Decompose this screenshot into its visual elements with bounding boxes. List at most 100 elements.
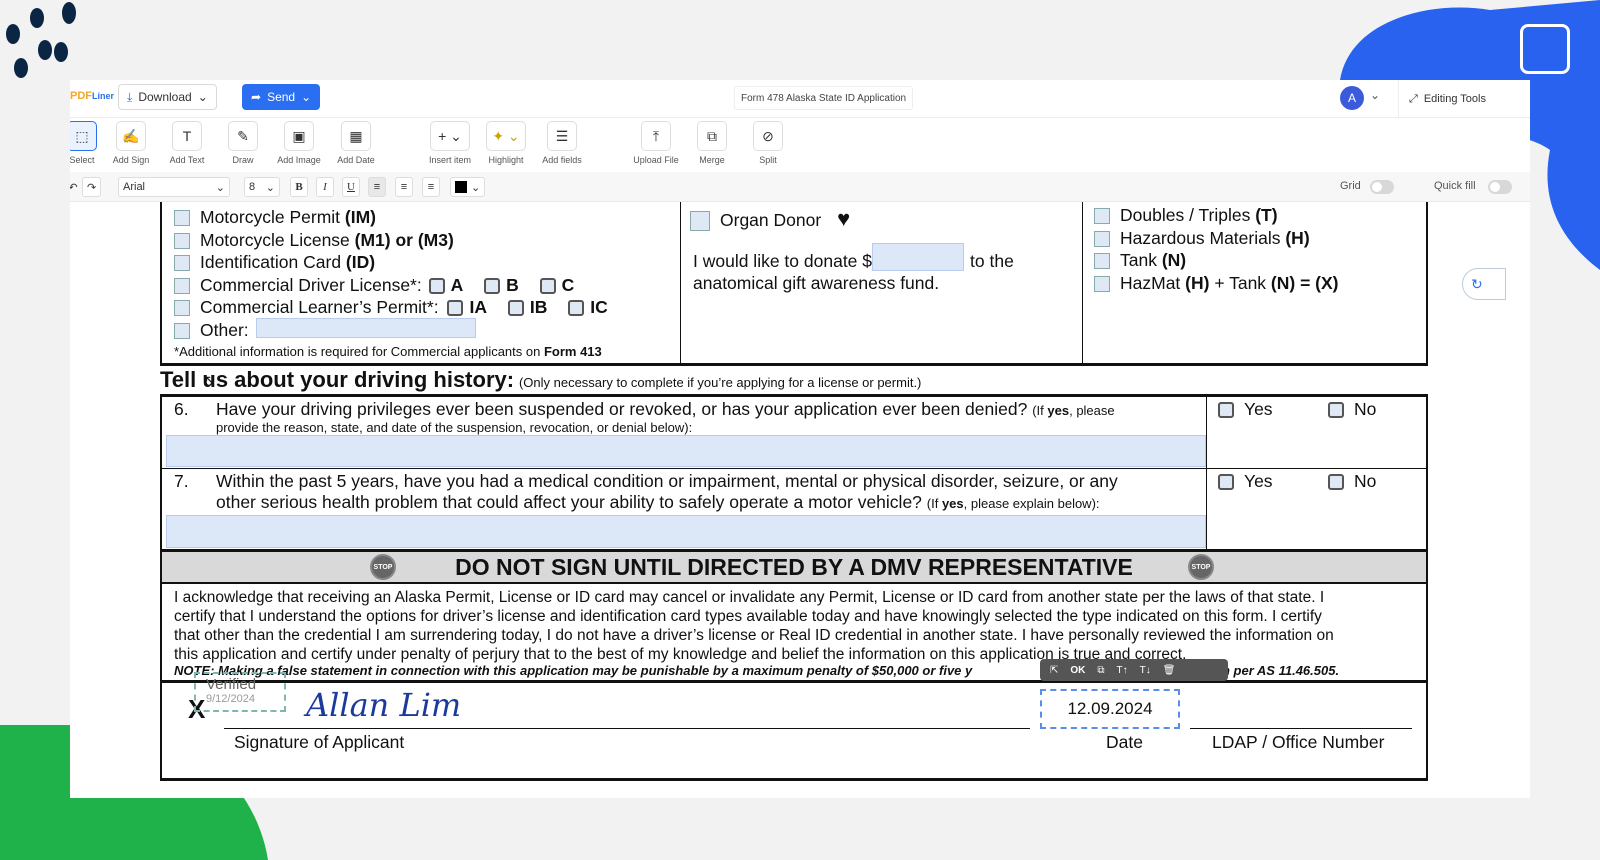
date-field[interactable]: 12.09.2024 — [1040, 689, 1180, 729]
decorative-dot — [62, 2, 76, 24]
avatar-chevron-icon[interactable]: ⌄ — [1370, 88, 1380, 102]
checkbox[interactable] — [1094, 276, 1110, 293]
split-icon: ⊘ — [753, 121, 783, 151]
calendar-icon: ▦ — [341, 121, 371, 151]
decrease-font-icon[interactable]: T↓ — [1140, 665, 1151, 676]
tool-label: Add fields — [542, 155, 582, 165]
yes-label: Yes — [1244, 399, 1273, 419]
radio-checkbox[interactable] — [1328, 474, 1344, 491]
download-label: Download — [138, 90, 192, 104]
ok-button[interactable]: OK — [1070, 665, 1085, 676]
tool-highlight[interactable]: ✦ ⌄ Highlight — [476, 121, 536, 165]
app-logo: PDFLiner — [70, 90, 115, 102]
endorsement-doubles[interactable]: Doubles / Triples (T) — [1094, 205, 1278, 226]
option-cdl: Commercial Driver License*: A B C — [174, 275, 574, 296]
class-checkbox[interactable] — [539, 278, 556, 295]
option-label: Motorcycle License — [200, 230, 355, 250]
tool-add-date[interactable]: ▦ Add Date — [326, 121, 386, 165]
move-icon[interactable]: ⇱ — [1050, 665, 1058, 676]
italic-button[interactable]: I — [316, 177, 334, 197]
q7-question: Within the past 5 years, have you had a … — [216, 471, 1118, 491]
grid-toggle[interactable] — [1370, 180, 1394, 194]
class-checkbox[interactable] — [447, 300, 464, 317]
tool-merge[interactable]: ⧉ Merge — [682, 121, 742, 165]
underline-button[interactable]: U — [342, 177, 360, 197]
other-input[interactable] — [256, 318, 476, 338]
option-code: (ID) — [345, 252, 376, 272]
checkbox[interactable] — [1094, 208, 1110, 225]
ack-line: I acknowledge that receiving an Alaska P… — [174, 589, 1325, 606]
align-center-icon[interactable]: ≡ — [395, 177, 413, 197]
option-identification-card[interactable]: Identification Card (ID) — [174, 252, 375, 273]
checkbox[interactable] — [174, 300, 190, 317]
tool-insert-item[interactable]: + ⌄ Insert item — [420, 121, 480, 165]
radio-checkbox[interactable] — [1218, 402, 1234, 419]
quickfill-toggle[interactable] — [1488, 180, 1512, 194]
class-label: IB — [529, 297, 548, 317]
align-left-icon[interactable]: ≡ — [368, 177, 386, 197]
download-button[interactable]: ⤓ Download ⌄ — [118, 84, 217, 110]
option-motorcycle-permit[interactable]: Motorcycle Permit (IM) — [174, 207, 376, 228]
footnote-text: Additional information is required for C… — [179, 344, 544, 359]
font-family-select[interactable]: Arial ⌄ — [118, 177, 230, 197]
checkbox[interactable] — [174, 233, 190, 250]
checkbox[interactable] — [174, 255, 190, 272]
send-button[interactable]: ➦ Send ⌄ — [242, 84, 321, 110]
radio-checkbox[interactable] — [1328, 402, 1344, 419]
endorsement-tank[interactable]: Tank (N) — [1094, 250, 1186, 271]
class-checkbox[interactable] — [568, 300, 585, 317]
document-title[interactable]: Form 478 Alaska State ID Application — [734, 86, 914, 110]
tool-add-image[interactable]: ▣ Add Image — [269, 121, 329, 165]
endorsement-hazmat-tank[interactable]: HazMat (H) + Tank (N) = (X) — [1094, 273, 1339, 294]
text-color-select[interactable]: ⌄ — [450, 177, 486, 197]
verified-stamp[interactable]: Verified 9/12/2024 — [194, 672, 286, 712]
decorative-dot — [14, 58, 28, 78]
option-organ-donor[interactable]: Organ Donor ♥ — [690, 206, 850, 232]
q7-yes[interactable]: Yes — [1206, 471, 1273, 492]
checkbox[interactable] — [1094, 231, 1110, 248]
q7-no[interactable]: No — [1316, 471, 1376, 492]
redo-icon[interactable]: ↷ — [82, 177, 102, 197]
endorsement-hazmat[interactable]: Hazardous Materials (H) — [1094, 228, 1310, 249]
class-checkbox[interactable] — [484, 278, 501, 295]
donate-amount-input[interactable] — [872, 243, 965, 272]
tool-upload-file[interactable]: ⤒ Upload File — [626, 121, 686, 165]
increase-font-icon[interactable]: T↑ — [1117, 665, 1128, 676]
q6-no[interactable]: No — [1316, 399, 1376, 420]
radio-checkbox[interactable] — [1218, 474, 1234, 491]
history-note: (Only necessary to complete if you’re ap… — [518, 375, 922, 390]
checkbox[interactable] — [690, 211, 710, 232]
side-action-button[interactable]: ↻ — [1462, 268, 1506, 300]
bold-button[interactable]: B — [290, 177, 308, 197]
q6-answer-input[interactable] — [166, 435, 1206, 467]
font-size-select[interactable]: 8 ⌄ — [244, 177, 280, 197]
format-bar: ↶ ↷ Arial ⌄ 8 ⌄ B I U ≡ ≡ ≡ ⌄ Grid Quick f… — [70, 172, 1530, 202]
tool-add-sign[interactable]: ✍ Add Sign — [101, 121, 161, 165]
user-avatar[interactable]: A — [1340, 86, 1364, 110]
tool-add-fields[interactable]: ☰ Add fields — [532, 121, 592, 165]
checkbox[interactable] — [174, 278, 190, 295]
checkbox[interactable] — [1094, 253, 1110, 270]
q7-answer-input[interactable] — [166, 515, 1206, 548]
q6-yes[interactable]: Yes — [1206, 399, 1273, 420]
tool-draw[interactable]: ✎ Draw — [213, 121, 273, 165]
q7-number: 7. — [174, 471, 189, 491]
trash-icon[interactable]: 🗑 — [1163, 665, 1176, 676]
dmv-banner-text: DO NOT SIGN UNTIL DIRECTED BY A DMV REPR… — [455, 553, 1133, 580]
class-checkbox[interactable] — [428, 278, 445, 295]
tool-split[interactable]: ⊘ Split — [738, 121, 798, 165]
copy-icon[interactable]: ⧉ — [1097, 665, 1104, 676]
undo-icon[interactable]: ↶ — [70, 177, 82, 197]
checkbox[interactable] — [174, 323, 190, 340]
acknowledgement: I acknowledge that receiving an Alaska P… — [174, 588, 1424, 664]
align-right-icon[interactable]: ≡ — [422, 177, 440, 197]
editing-tools-button[interactable]: ⤢ Editing Tools — [1398, 80, 1486, 118]
donate-line-2: anatomical gift awareness fund. — [693, 273, 940, 293]
applicant-signature[interactable]: Allan Lim — [306, 686, 461, 724]
option-label: Identification Card — [200, 252, 346, 272]
checkbox[interactable] — [174, 210, 190, 227]
class-checkbox[interactable] — [507, 300, 524, 317]
q7-note: , please explain below): — [963, 496, 1100, 511]
option-motorcycle-license[interactable]: Motorcycle License (M1) or (M3) — [174, 230, 454, 251]
tool-add-text[interactable]: T Add Text — [157, 121, 217, 165]
